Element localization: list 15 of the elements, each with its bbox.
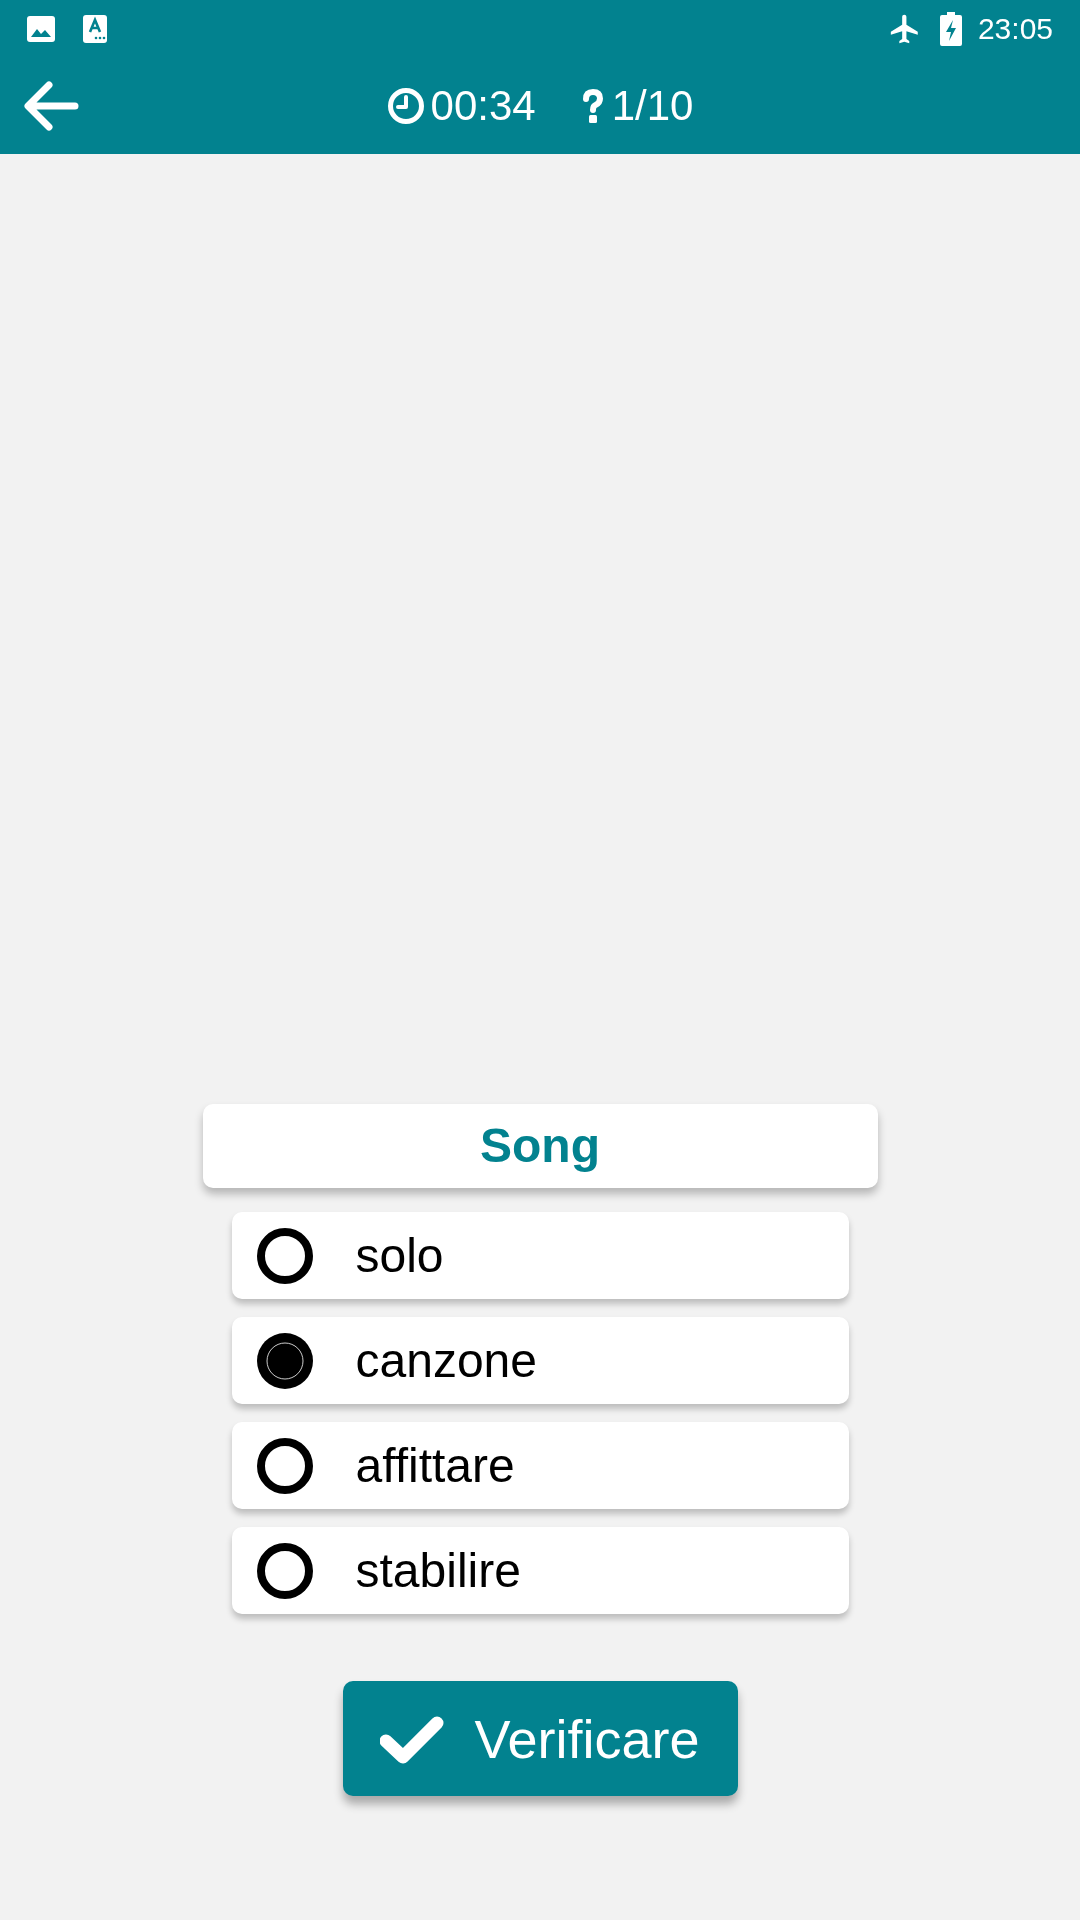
image-icon [27, 16, 55, 42]
font-app-icon [83, 15, 107, 43]
clock-icon [386, 87, 425, 125]
battery-charging-icon [939, 12, 962, 46]
answer-option[interactable]: stabilire [231, 1527, 849, 1614]
timer-text: 00:34 [430, 85, 536, 127]
check-button[interactable]: Verificare [342, 1681, 738, 1796]
answer-option[interactable]: canzone [231, 1317, 849, 1404]
back-arrow-icon [23, 81, 79, 131]
question-counter: 1/10 [611, 85, 694, 127]
question-word: Song [202, 1104, 878, 1188]
status-time: 23:05 [977, 14, 1053, 44]
answer-option[interactable]: affittare [231, 1422, 849, 1509]
answer-option[interactable]: solo [231, 1212, 849, 1299]
question-mark-icon [581, 89, 604, 123]
